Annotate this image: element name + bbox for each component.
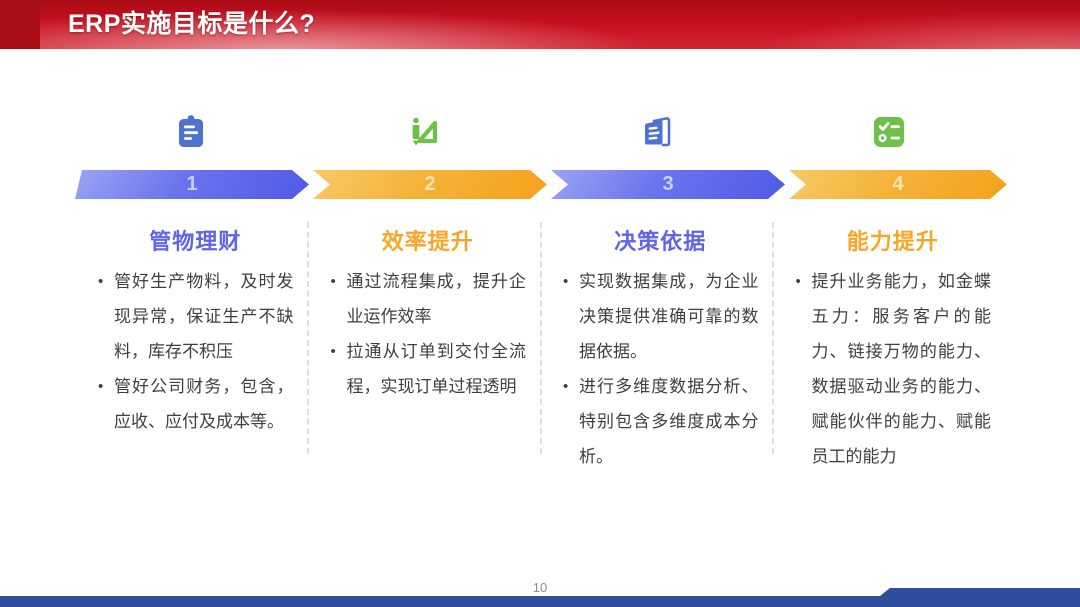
columns: 管物理财 管好生产物料，及时发现异常，保证生产不缺料，库存不积压 管好公司财务，… xyxy=(75,224,1005,474)
column-title: 能力提升 xyxy=(795,224,992,256)
step-arrow-4: 4 xyxy=(789,170,1007,199)
column-4: 能力提升 提升业务能力，如金蝶五力：服务客户的能力、链接万物的能力、数据驱动业务… xyxy=(773,224,1006,474)
column-3: 决策依据 实现数据集成，为企业决策提供准确可靠的数据依据。 进行多维度数据分析、… xyxy=(540,224,773,474)
header-accent-square xyxy=(0,0,40,49)
column-bullets: 实现数据集成，为企业决策提供准确可靠的数据依据。 进行多维度数据分析、特别包含多… xyxy=(562,264,759,474)
bullet-item: 管好生产物料，及时发现异常，保证生产不缺料，库存不积压 xyxy=(97,264,294,369)
bullet-item: 提升业务能力，如金蝶五力：服务客户的能力、链接万物的能力、数据驱动业务的能力、赋… xyxy=(795,264,992,474)
page-title: ERP实施目标是什么? xyxy=(68,0,315,49)
clipboard-icon xyxy=(171,112,211,152)
bullet-item: 实现数据集成，为企业决策提供准确可靠的数据依据。 xyxy=(562,264,759,369)
pencil-ruler-icon xyxy=(404,112,444,152)
slide-header: ERP实施目标是什么? xyxy=(0,0,1080,49)
column-1: 管物理财 管好生产物料，及时发现异常，保证生产不缺料，库存不积压 管好公司财务，… xyxy=(75,224,308,474)
column-bullets: 管好生产物料，及时发现异常，保证生产不缺料，库存不积压 管好公司财务，包含，应收… xyxy=(97,264,294,439)
footer-bar xyxy=(0,596,1080,607)
step-arrow-2: 2 xyxy=(313,170,547,199)
bullet-item: 进行多维度数据分析、特别包含多维度成本分析。 xyxy=(562,369,759,474)
column-title: 管物理财 xyxy=(97,224,294,256)
column-2: 效率提升 通过流程集成，提升企业运作效率 拉通从订单到交付全流程，实现订单过程透… xyxy=(308,224,541,474)
step-number: 4 xyxy=(892,173,903,196)
step-number: 3 xyxy=(662,173,673,196)
step-arrow-3: 3 xyxy=(551,170,785,199)
bullet-item: 通过流程集成，提升企业运作效率 xyxy=(330,264,527,334)
icons-row xyxy=(75,112,1005,152)
column-bullets: 通过流程集成，提升企业运作效率 拉通从订单到交付全流程，实现订单过程透明 xyxy=(330,264,527,404)
bullet-item: 管好公司财务，包含，应收、应付及成本等。 xyxy=(97,369,294,439)
building-document-icon xyxy=(636,112,676,152)
column-title: 效率提升 xyxy=(330,224,527,256)
slide: ERP实施目标是什么? xyxy=(0,0,1080,607)
bullet-item: 拉通从订单到交付全流程，实现订单过程透明 xyxy=(330,334,527,404)
column-title: 决策依据 xyxy=(562,224,759,256)
column-bullets: 提升业务能力，如金蝶五力：服务客户的能力、链接万物的能力、数据驱动业务的能力、赋… xyxy=(795,264,992,474)
step-arrow-1: 1 xyxy=(75,170,309,199)
step-number: 2 xyxy=(424,173,435,196)
step-number: 1 xyxy=(186,173,197,196)
checklist-icon xyxy=(869,112,909,152)
